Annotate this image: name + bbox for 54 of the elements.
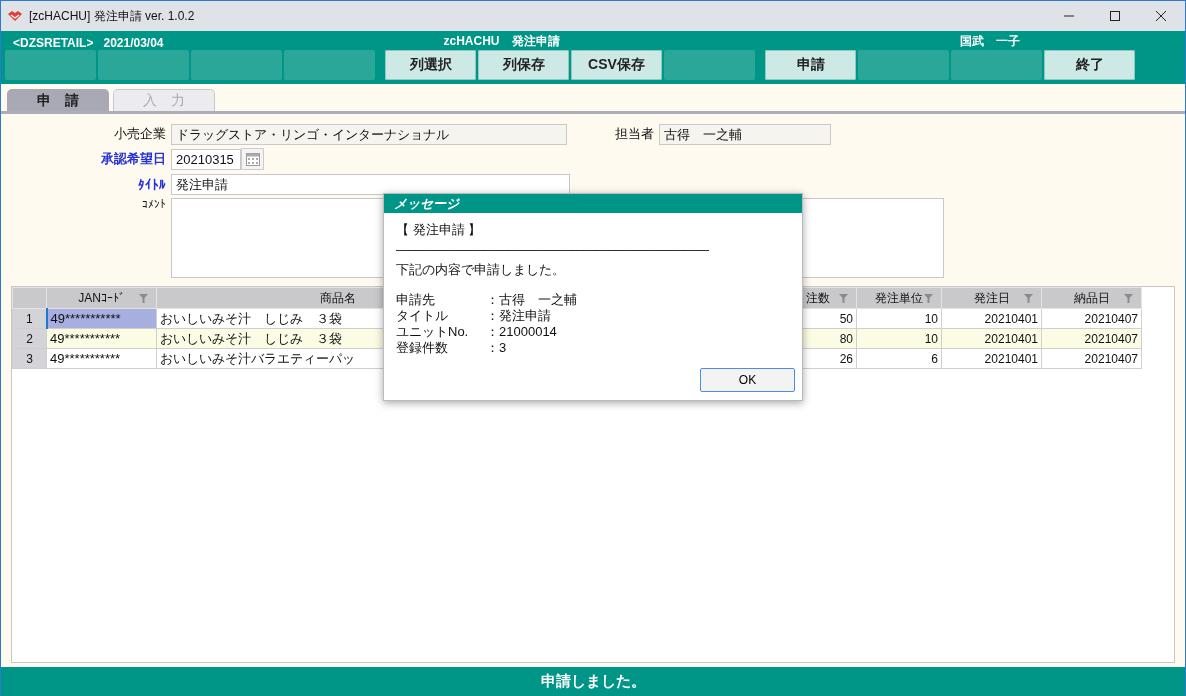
ok-button[interactable]: OK [700, 368, 795, 392]
user-name: 国武 一子 [959, 33, 1020, 50]
filter-icon[interactable] [1124, 294, 1133, 303]
filter-icon[interactable] [139, 294, 148, 303]
header-date: 2021/03/04 [103, 36, 164, 50]
maximize-icon[interactable] [1109, 10, 1121, 22]
field-label: 担当者 [614, 125, 655, 143]
table-cell: 20210407 [1041, 348, 1142, 369]
filter-icon[interactable] [839, 294, 848, 303]
calendar-icon[interactable] [241, 148, 264, 170]
toolbar-button[interactable]: 終了 [1044, 50, 1135, 80]
field-label: 承認希望日 [100, 150, 167, 168]
dialog-message: 下記の内容で申請しました。 [396, 262, 566, 278]
date-field[interactable]: 20210315 [171, 148, 241, 170]
filter-icon[interactable] [924, 294, 933, 303]
row-number[interactable]: 2 [12, 328, 47, 349]
row-number[interactable]: 1 [12, 308, 47, 329]
title-field[interactable]: 発注申請 [171, 173, 570, 195]
table-cell: 49*********** [46, 308, 157, 329]
dialog-heading: 【 発注申請 】 [396, 222, 483, 238]
status-bar: 申請しました。 [1, 667, 1185, 696]
tab[interactable]: 申 請 [7, 89, 109, 111]
table-cell: 6 [856, 348, 942, 369]
window-title: [zcHACHU] 発注申請 ver. 1.0.2 [29, 7, 195, 25]
close-icon[interactable] [1155, 10, 1167, 22]
toolbar-button[interactable]: 列保存 [478, 50, 569, 80]
detail-label: タイトル [396, 308, 449, 324]
table-cell: 20210407 [1041, 308, 1142, 329]
dialog-title: メッセージ [384, 194, 802, 213]
toolbar-button[interactable]: CSV保存 [571, 50, 662, 80]
detail-value: ：発注申請 [486, 308, 551, 324]
table-cell: 49*********** [46, 348, 157, 369]
table-cell: 10 [856, 308, 942, 329]
table-cell: 20210401 [941, 348, 1042, 369]
filter-icon[interactable] [1024, 294, 1033, 303]
row-number[interactable]: 3 [12, 348, 47, 369]
column-header[interactable]: 発注日 [941, 287, 1042, 309]
detail-label: 申請先 [396, 292, 436, 308]
toolbar-button[interactable]: 申請 [765, 50, 856, 80]
company-code: <DZSRETAIL> [13, 36, 94, 50]
toolbar-button[interactable]: 列選択 [385, 50, 476, 80]
dash-rule: ――――――――――――――――――――――――― [396, 242, 710, 258]
column-header[interactable]: JANｺｰﾄﾞ [46, 287, 157, 309]
staff-field[interactable]: 古得 一之輔 [659, 123, 831, 145]
app-logo-icon [7, 10, 23, 22]
column-header[interactable]: 納品日 [1041, 287, 1142, 309]
field-label: ｺﾒﾝﾄ [141, 198, 167, 210]
field-label: ﾀｲﾄﾙ [137, 176, 167, 192]
app-title: zcHACHU 発注申請 [443, 33, 560, 50]
detail-value: ：古得 一之輔 [486, 292, 577, 308]
table-cell: 20210401 [941, 308, 1042, 329]
field-label: 小売企業 [113, 125, 167, 143]
column-header[interactable]: 発注単位 [856, 287, 942, 309]
retailer-field[interactable]: ドラッグストア・リンゴ・インターナショナル [171, 123, 567, 145]
